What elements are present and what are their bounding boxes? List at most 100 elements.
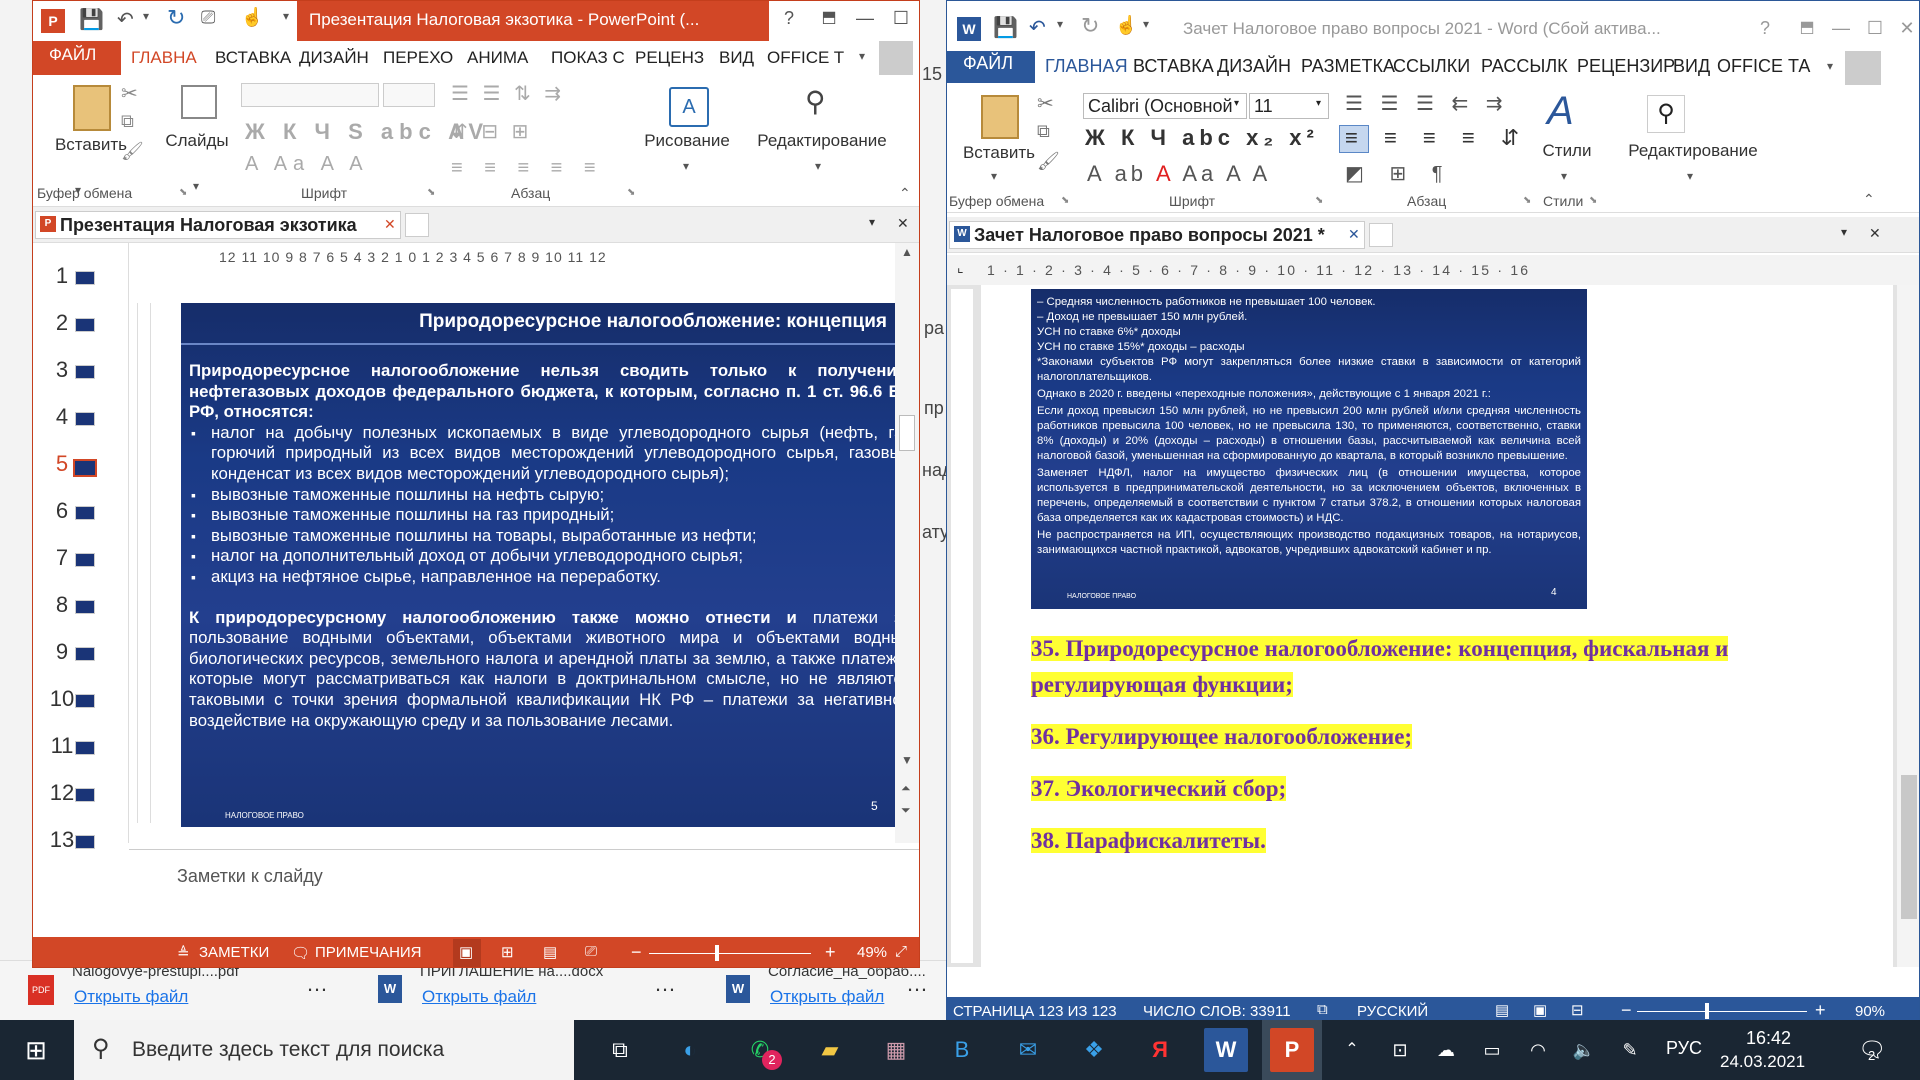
app-b-icon[interactable]: B (940, 1028, 984, 1072)
slide-thumbnail[interactable] (75, 647, 95, 661)
more-options-icon[interactable]: … (906, 971, 928, 997)
paste-icon[interactable] (981, 95, 1019, 139)
print-layout-icon[interactable]: ▣ (1533, 1001, 1547, 1019)
zoom-slider-thumb[interactable] (715, 945, 719, 961)
input-language[interactable]: РУС (1666, 1038, 1702, 1059)
zoom-level[interactable]: 49% (857, 944, 887, 961)
slide-thumbnail[interactable] (75, 694, 95, 708)
redo-icon[interactable]: ↻ (167, 5, 185, 31)
tab-selector-icon[interactable]: ⌞ (957, 259, 964, 276)
notes-pane[interactable]: Заметки к слайду (129, 849, 919, 937)
styles-button[interactable]: Стили (1527, 141, 1607, 161)
font-size-input[interactable]: 11 ▾ (1249, 93, 1329, 119)
tab-insert[interactable]: ВСТАВКА (1133, 51, 1214, 81)
direction-icons[interactable]: ⇵ ⊟ ⊞ (451, 119, 532, 144)
chevron-up-icon[interactable]: ⌃ (1330, 1028, 1374, 1072)
chevron-down-icon[interactable]: ▾ (1561, 169, 1567, 183)
tab-layout[interactable]: РАЗМЕТКА (1301, 51, 1395, 81)
shading-borders-icons[interactable]: ◩ ⊞ ¶ (1345, 161, 1453, 186)
slide-thumbnail[interactable] (75, 600, 95, 614)
question-heading[interactable]: 37. Экологический сбор; (1031, 776, 1287, 801)
chevron-down-icon[interactable]: ▾ (1841, 225, 1847, 239)
page-count[interactable]: СТРАНИЦА 123 ИЗ 123 (953, 1003, 1117, 1020)
collapse-ribbon-icon[interactable]: ⌃ (899, 185, 911, 202)
tab-review[interactable]: РЕЦЕНЗ (635, 44, 704, 72)
search-input[interactable]: Введите здесь текст для поиска (132, 1038, 444, 1062)
question-heading[interactable]: 38. Парафискалитеты. (1031, 828, 1266, 853)
fit-to-window-icon[interactable]: ⤢ (895, 943, 907, 960)
document-tab[interactable]: P Презентация Налоговая экзотика ✕ (35, 211, 401, 239)
slideshow-icon[interactable]: ⎚ (201, 7, 215, 28)
tab-design[interactable]: ДИЗАЙН (1217, 51, 1291, 81)
zoom-slider[interactable] (649, 953, 811, 954)
question-heading[interactable]: 36. Регулирующее налогообложение; (1031, 724, 1413, 749)
file-explorer-icon[interactable]: ▰ (808, 1028, 852, 1072)
meet-now-icon[interactable]: ⊡ (1378, 1028, 1422, 1072)
more-options-icon[interactable]: … (306, 971, 328, 997)
zoom-in-icon[interactable]: + (1815, 1000, 1826, 1021)
new-tab-button[interactable] (1369, 223, 1393, 247)
dropbox-icon[interactable]: ❖ (1072, 1028, 1116, 1072)
edge-icon[interactable]: ◐ (668, 1028, 712, 1072)
cut-icon[interactable]: ✂ (1037, 91, 1054, 116)
chevron-down-icon[interactable]: ▾ (859, 49, 865, 63)
slides-button[interactable]: Слайды (157, 131, 237, 151)
help-icon[interactable]: ? (1745, 11, 1785, 45)
zoom-out-icon[interactable]: − (631, 942, 642, 963)
volume-icon[interactable]: 🔈 (1562, 1028, 1606, 1072)
windows-start-icon[interactable]: ⊞ (14, 1028, 58, 1072)
dialog-launcher-icon[interactable]: ⬊ (427, 187, 435, 198)
redo-icon[interactable]: ↻ (1081, 13, 1099, 39)
tab-design[interactable]: ДИЗАЙН (299, 44, 369, 72)
dialog-launcher-icon[interactable]: ⬊ (1061, 195, 1069, 206)
align-icons[interactable]: ≡ ≡ ≡ ≡ ⇵ (1345, 125, 1529, 151)
tab-mailings[interactable]: РАССЫЛК (1481, 51, 1568, 81)
tab-animations[interactable]: АНИМА (467, 44, 528, 72)
dialog-launcher-icon[interactable]: ⬊ (1589, 195, 1597, 206)
undo-icon[interactable]: ↶ (1029, 15, 1046, 40)
zoom-out-icon[interactable]: − (1621, 1000, 1632, 1021)
dialog-launcher-icon[interactable]: ⬊ (179, 187, 187, 198)
battery-icon[interactable]: ▭ (1470, 1028, 1514, 1072)
chevron-down-icon[interactable]: ▾ (1316, 98, 1321, 109)
chevron-down-icon[interactable]: ▾ (193, 179, 199, 193)
chevron-down-icon[interactable]: ▾ (1827, 59, 1833, 73)
font-name-input[interactable] (241, 83, 379, 107)
tab-home[interactable]: ГЛАВНА (131, 44, 197, 72)
web-layout-icon[interactable]: ⊟ (1571, 1001, 1584, 1019)
app-icon[interactable]: ▦ (874, 1028, 918, 1072)
notes-toggle-icon[interactable]: ≜ (177, 944, 190, 962)
slide-thumbnail[interactable] (75, 506, 95, 520)
comments-button[interactable]: ПРИМЕЧАНИЯ (315, 944, 422, 961)
paste-icon[interactable] (73, 85, 111, 131)
tab-home[interactable]: ГЛАВНАЯ (1045, 51, 1128, 81)
tab-slideshow[interactable]: ПОКАЗ С (551, 44, 625, 72)
customize-toolbar-icon[interactable]: ▾ (1143, 17, 1149, 31)
slide-thumbnail[interactable] (75, 365, 95, 379)
close-button[interactable]: ✕ (913, 1, 919, 35)
proofing-icon[interactable]: ⧉ (1317, 1001, 1328, 1018)
close-tab-icon[interactable]: ✕ (1348, 226, 1360, 243)
tab-review[interactable]: РЕЦЕНЗИР (1577, 51, 1675, 81)
scroll-up-icon[interactable]: ▲ (901, 245, 913, 259)
zoom-level[interactable]: 90% (1855, 1003, 1885, 1020)
close-tab-icon[interactable]: ✕ (384, 216, 396, 233)
chevron-down-icon[interactable]: ▾ (1057, 17, 1063, 31)
align-icons[interactable]: ≡ ≡ ≡ ≡ ≡ (451, 157, 604, 180)
chevron-down-icon[interactable]: ▾ (683, 159, 689, 173)
zoom-slider-thumb[interactable] (1705, 1003, 1709, 1019)
chevron-down-icon[interactable]: ▾ (1234, 98, 1239, 109)
tab-office[interactable]: OFFICE T (767, 44, 844, 72)
dialog-launcher-icon[interactable]: ⬊ (1523, 195, 1531, 206)
chevron-down-icon[interactable]: ▾ (1687, 169, 1693, 183)
paste-button[interactable]: Вставить (949, 143, 1049, 163)
pen-icon[interactable]: ✎ (1608, 1028, 1652, 1072)
zoom-in-icon[interactable]: + (825, 942, 836, 963)
read-mode-icon[interactable]: ▤ (1495, 1001, 1509, 1019)
save-icon[interactable]: 💾 (993, 15, 1018, 40)
avatar[interactable] (879, 41, 913, 75)
copy-icon[interactable]: ⧉ (121, 111, 134, 132)
touch-mode-icon[interactable]: ☝ (1115, 15, 1137, 36)
new-tab-button[interactable] (405, 213, 429, 237)
open-file-link[interactable]: Открыть файл (74, 987, 188, 1007)
